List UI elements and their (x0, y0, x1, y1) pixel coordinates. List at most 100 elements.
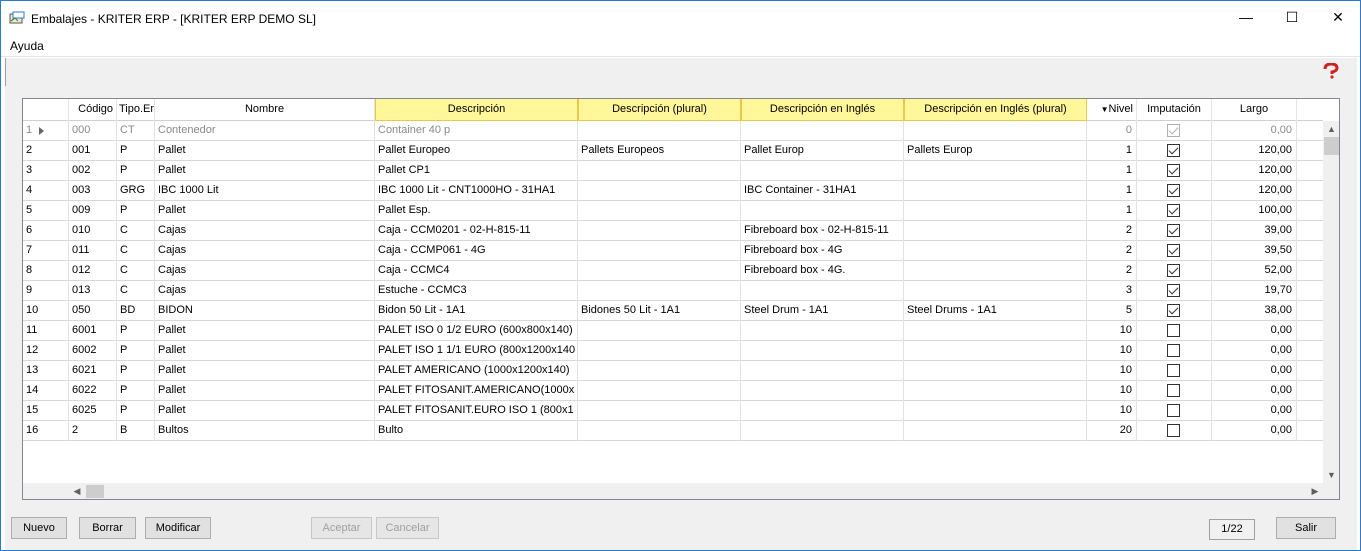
cell-desc-en-pl[interactable] (904, 361, 1087, 381)
cell-desc-pl[interactable] (578, 261, 741, 281)
cell-tipo[interactable]: C (117, 241, 155, 261)
cell-codigo[interactable]: 6025 (69, 401, 117, 421)
cell-largo[interactable]: 0,00 (1212, 341, 1297, 361)
cell-desc-en-pl[interactable] (904, 401, 1087, 421)
cell-tipo[interactable]: CT (117, 121, 155, 141)
cell-codigo[interactable]: 6002 (69, 341, 117, 361)
column-header-codigo[interactable]: Código (69, 99, 117, 121)
packaging-grid[interactable]: Código Tipo.Emb. Nombre Descripción Desc… (22, 98, 1340, 500)
checkbox-unchecked[interactable] (1167, 404, 1180, 417)
cell-largo[interactable]: 0,00 (1212, 361, 1297, 381)
cell-nombre[interactable]: Pallet (155, 141, 375, 161)
cell-largo[interactable]: 120,00 (1212, 161, 1297, 181)
cell-tipo[interactable]: P (117, 341, 155, 361)
checkbox-unchecked[interactable] (1167, 364, 1180, 377)
cell-desc-en-pl[interactable] (904, 341, 1087, 361)
cell-largo[interactable]: 0,00 (1212, 421, 1297, 441)
borrar-button[interactable]: Borrar (79, 517, 136, 539)
modificar-button[interactable]: Modificar (145, 517, 211, 539)
cell-nombre[interactable]: Cajas (155, 261, 375, 281)
cell-nombre[interactable]: Cajas (155, 241, 375, 261)
cell-desc-en[interactable] (741, 381, 904, 401)
cell-largo[interactable]: 0,00 (1212, 321, 1297, 341)
cell-nivel[interactable]: 10 (1087, 381, 1137, 401)
checkbox-checked[interactable] (1167, 184, 1180, 197)
cell-desc-pl[interactable] (578, 161, 741, 181)
cell-nombre[interactable]: Contenedor (155, 121, 375, 141)
nuevo-button[interactable]: Nuevo (11, 517, 67, 539)
cell-desc-en-pl[interactable] (904, 221, 1087, 241)
table-row[interactable]: 2 001 P Pallet Pallet Europeo Pallets Europeo… (23, 141, 1323, 161)
table-row[interactable]: 5 009 P Pallet Pallet Esp. 1 100,00 (23, 201, 1323, 221)
cell-desc-pl[interactable] (578, 421, 741, 441)
cell-desc[interactable]: PALET FITOSANIT.EURO ISO 1 (800x1 (375, 401, 578, 421)
cell-desc-en[interactable] (741, 201, 904, 221)
cell-desc-en-pl[interactable] (904, 381, 1087, 401)
checkbox-unchecked[interactable] (1167, 324, 1180, 337)
cell-nombre[interactable]: Pallet (155, 361, 375, 381)
cell-nivel[interactable]: 1 (1087, 181, 1137, 201)
imputacion-cell[interactable] (1137, 121, 1212, 141)
cell-nivel[interactable]: 2 (1087, 241, 1137, 261)
cell-nombre[interactable]: Cajas (155, 221, 375, 241)
column-header-descripcion-ingles[interactable]: Descripción en Inglés (741, 99, 904, 121)
table-row[interactable]: 10 050 BD BIDON Bidon 50 Lit - 1A1 Bidones 50… (23, 301, 1323, 321)
cell-largo[interactable]: 19,70 (1212, 281, 1297, 301)
cell-codigo[interactable]: 001 (69, 141, 117, 161)
cell-largo[interactable]: 0,00 (1212, 381, 1297, 401)
imputacion-cell[interactable] (1137, 161, 1212, 181)
maximize-button[interactable]: ☐ (1269, 1, 1315, 33)
cell-codigo[interactable]: 009 (69, 201, 117, 221)
cell-nombre[interactable]: Cajas (155, 281, 375, 301)
imputacion-cell[interactable] (1137, 281, 1212, 301)
cell-nombre[interactable]: Pallet (155, 161, 375, 181)
cell-desc-pl[interactable] (578, 121, 741, 141)
cell-desc-en[interactable] (741, 321, 904, 341)
cell-desc-en-pl[interactable] (904, 161, 1087, 181)
imputacion-cell[interactable] (1137, 421, 1212, 441)
imputacion-cell[interactable] (1137, 321, 1212, 341)
cell-desc-en-pl[interactable] (904, 281, 1087, 301)
cell-largo[interactable]: 39,50 (1212, 241, 1297, 261)
imputacion-cell[interactable] (1137, 381, 1212, 401)
imputacion-cell[interactable] (1137, 341, 1212, 361)
cell-desc-pl[interactable] (578, 321, 741, 341)
cell-codigo[interactable]: 003 (69, 181, 117, 201)
cell-desc-en-pl[interactable] (904, 241, 1087, 261)
cell-desc-en-pl[interactable]: Pallets Europ (904, 141, 1087, 161)
horizontal-scrollbar[interactable]: ◀ ▶ (23, 483, 1323, 499)
cell-nivel[interactable]: 2 (1087, 221, 1137, 241)
checkbox-checked[interactable] (1167, 244, 1180, 257)
scroll-up-arrow-icon[interactable]: ▲ (1323, 121, 1339, 137)
cell-desc-en-pl[interactable] (904, 181, 1087, 201)
table-row[interactable]: 13 6021 P Pallet PALET AMERICANO (1000x1200x… (23, 361, 1323, 381)
cell-codigo[interactable]: 011 (69, 241, 117, 261)
cell-largo[interactable]: 38,00 (1212, 301, 1297, 321)
cancelar-button[interactable]: Cancelar (376, 517, 439, 539)
cell-nivel[interactable]: 20 (1087, 421, 1137, 441)
table-row[interactable]: 8 012 C Cajas Caja - CCMC4 Fibreboard box - 4… (23, 261, 1323, 281)
imputacion-cell[interactable] (1137, 301, 1212, 321)
imputacion-cell[interactable] (1137, 201, 1212, 221)
table-row[interactable]: 4 003 GRG IBC 1000 Lit IBC 1000 Lit - CNT100… (23, 181, 1323, 201)
cell-desc[interactable]: PALET ISO 1 1/1 EURO (800x1200x140 (375, 341, 578, 361)
cell-desc-en[interactable]: Fibreboard box - 02-H-815-11 (741, 221, 904, 241)
checkbox-unchecked[interactable] (1167, 424, 1180, 437)
scroll-down-arrow-icon[interactable]: ▼ (1323, 467, 1339, 483)
cell-desc-pl[interactable]: Bidones 50 Lit - 1A1 (578, 301, 741, 321)
cell-codigo[interactable]: 2 (69, 421, 117, 441)
table-row[interactable]: 11 6001 P Pallet PALET ISO 0 1/2 EURO (600x8… (23, 321, 1323, 341)
cell-desc[interactable]: PALET FITOSANIT.AMERICANO(1000x (375, 381, 578, 401)
cell-desc-en[interactable] (741, 161, 904, 181)
column-header-largo[interactable]: Largo (1212, 99, 1297, 121)
imputacion-cell[interactable] (1137, 361, 1212, 381)
cell-desc-pl[interactable] (578, 361, 741, 381)
column-header-imputacion[interactable]: Imputación (1137, 99, 1212, 121)
column-header-descripcion[interactable]: Descripción (375, 99, 578, 121)
cell-desc-en[interactable]: Fibreboard box - 4G (741, 241, 904, 261)
cell-desc[interactable]: Container 40 p (375, 121, 578, 141)
cell-largo[interactable]: 120,00 (1212, 141, 1297, 161)
cell-desc[interactable]: Pallet Europeo (375, 141, 578, 161)
cell-desc-pl[interactable] (578, 201, 741, 221)
cell-codigo[interactable]: 013 (69, 281, 117, 301)
